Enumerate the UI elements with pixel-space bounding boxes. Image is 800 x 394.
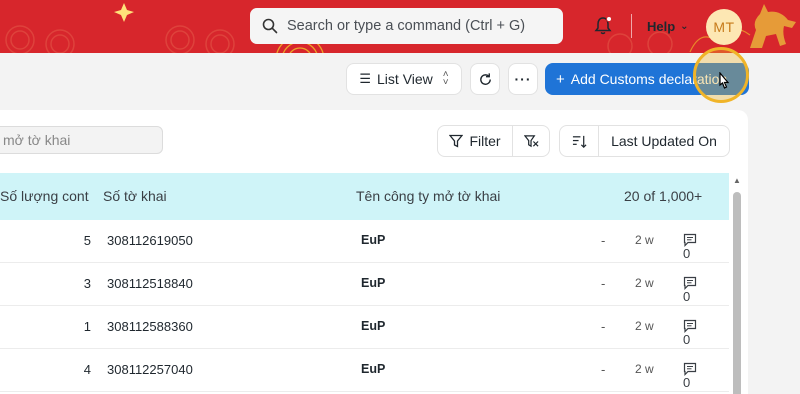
- search-placeholder: Search or type a command (Ctrl + G): [287, 18, 526, 34]
- table-row[interactable]: 3 308112518840 EuP - 2 w 0: [0, 263, 729, 306]
- comment-count-value: 0: [683, 289, 691, 304]
- comment-count-value: 0: [683, 375, 691, 390]
- filter-icon: [449, 134, 464, 148]
- help-menu[interactable]: Help ⌄: [647, 19, 689, 34]
- company-filter-input[interactable]: mở tờ khai: [0, 126, 163, 154]
- cell-ten-cong-ty: EuP: [361, 233, 386, 247]
- help-label: Help: [647, 19, 676, 34]
- navbar-divider: [631, 14, 632, 38]
- avatar[interactable]: MT: [706, 9, 742, 45]
- cell-so-to-khai[interactable]: 308112518840: [107, 276, 193, 291]
- scrollbar-thumb[interactable]: [733, 192, 741, 394]
- comment-count[interactable]: 0: [683, 276, 701, 304]
- mouse-pointer-icon: [719, 72, 730, 89]
- sort-field-button[interactable]: Last Updated On: [598, 125, 730, 157]
- filter-x-icon: [523, 134, 538, 147]
- refresh-button[interactable]: [470, 63, 500, 95]
- cell-so-to-khai[interactable]: 308112257040: [107, 362, 193, 377]
- page-toolbar: ☰ List View ˄ ˅ ··· + Add Customs declara…: [0, 53, 800, 108]
- comment-icon: [683, 233, 697, 247]
- table-row[interactable]: 4 308112257040 EuP - 2 w 0: [0, 349, 729, 392]
- filter-label: Filter: [469, 133, 501, 149]
- comment-icon: [683, 319, 697, 333]
- comment-count-value: 0: [683, 332, 691, 347]
- plus-icon: +: [556, 70, 565, 88]
- vertical-scrollbar[interactable]: ▲: [731, 176, 743, 394]
- comment-count[interactable]: 0: [683, 362, 701, 390]
- column-ten-cong-ty[interactable]: Tên công ty mở tờ khai: [356, 188, 500, 204]
- list-icon: ☰: [359, 71, 372, 86]
- comment-count-value: 0: [683, 246, 691, 261]
- cell-modified: 2 w: [635, 233, 654, 247]
- list-view-label: List View: [377, 71, 433, 87]
- comment-count[interactable]: 0: [683, 319, 701, 347]
- refresh-icon: [479, 72, 491, 85]
- chevron-down-icon: ⌄: [680, 21, 689, 32]
- cell-ten-cong-ty: EuP: [361, 276, 386, 290]
- list-view-button[interactable]: ☰ List View ˄ ˅: [346, 63, 462, 95]
- column-so-to-khai[interactable]: Số tờ khai: [103, 188, 167, 204]
- top-navbar: Search or type a command (Ctrl + G) Help…: [0, 0, 800, 53]
- filter-button[interactable]: Filter: [437, 125, 513, 157]
- sort-descending-icon: [572, 135, 586, 148]
- cell-so-luong-cont: 5: [83, 233, 91, 248]
- table-header: Số lượng cont Số tờ khai Tên công ty mở …: [0, 173, 729, 220]
- cell-so-luong-cont: 1: [83, 319, 91, 334]
- horse-decoration-icon: [750, 4, 796, 48]
- sort-direction-button[interactable]: [559, 125, 599, 157]
- comment-count[interactable]: 0: [683, 233, 701, 261]
- scroll-up-arrow-icon[interactable]: ▲: [733, 176, 741, 185]
- cell-empty: -: [601, 276, 606, 291]
- search-icon: [262, 18, 278, 34]
- cell-modified: 2 w: [635, 319, 654, 333]
- cell-modified: 2 w: [635, 276, 654, 290]
- up-down-chevron-icon: ˄ ˅: [442, 69, 449, 88]
- cell-empty: -: [601, 233, 606, 248]
- cell-so-to-khai[interactable]: 308112619050: [107, 233, 193, 248]
- table-row[interactable]: 1 308112588360 EuP - 2 w 0: [0, 306, 729, 349]
- cell-empty: -: [601, 362, 606, 377]
- cell-modified: 2 w: [635, 362, 654, 376]
- clear-filter-button[interactable]: [512, 125, 550, 157]
- cell-empty: -: [601, 319, 606, 334]
- comment-icon: [683, 362, 697, 376]
- column-so-luong-cont[interactable]: Số lượng cont: [0, 188, 89, 204]
- notification-dot: [606, 16, 612, 22]
- cell-ten-cong-ty: EuP: [361, 362, 386, 376]
- table-row[interactable]: 5 308112619050 EuP - 2 w 0: [0, 220, 729, 263]
- comment-icon: [683, 276, 697, 290]
- notifications-bell-icon[interactable]: [593, 16, 613, 36]
- more-actions-button[interactable]: ···: [508, 63, 538, 95]
- cell-so-luong-cont: 3: [83, 276, 91, 291]
- list-panel: mở tờ khai Filter Last Updated On Số lượ…: [0, 110, 748, 394]
- search-input[interactable]: Search or type a command (Ctrl + G): [250, 8, 563, 44]
- record-count: 20 of 1,000+: [624, 188, 703, 204]
- cell-so-luong-cont: 4: [83, 362, 91, 377]
- cell-so-to-khai[interactable]: 308112588360: [107, 319, 193, 334]
- cell-ten-cong-ty: EuP: [361, 319, 386, 333]
